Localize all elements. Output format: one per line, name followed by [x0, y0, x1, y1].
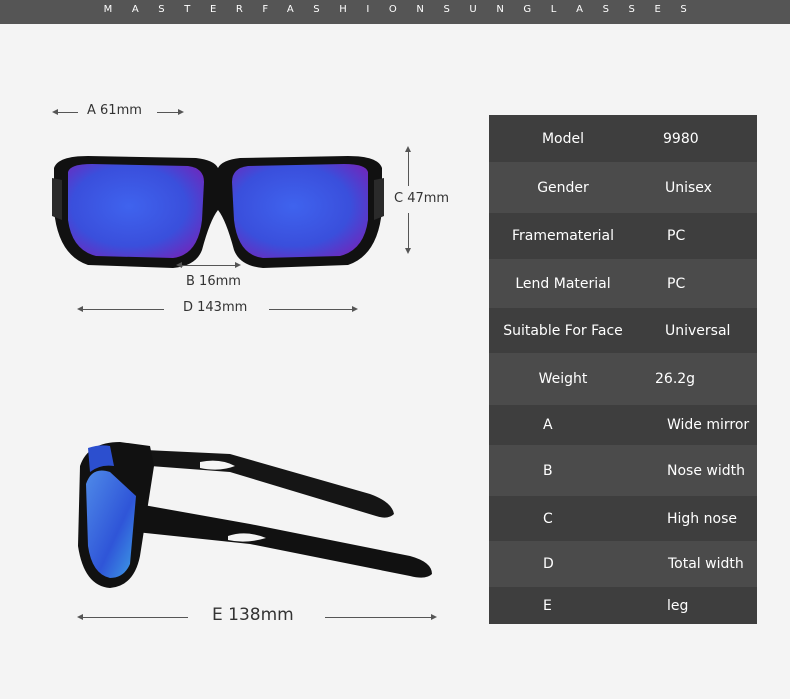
spec-value: PC [667, 228, 686, 244]
spec-value: Wide mirror [667, 417, 750, 433]
spec-label: E [543, 597, 552, 614]
spec-row-d: D Total width [489, 541, 757, 587]
dimension-line-b [180, 265, 235, 266]
dimension-line-c-bottom [408, 213, 409, 249]
sunglasses-side-view-image [78, 442, 432, 588]
spec-value: Nose width [667, 462, 745, 479]
arrow-right-icon [431, 614, 437, 620]
arrow-right-icon [235, 262, 241, 268]
left-lens-shape [68, 164, 204, 258]
spec-label: B [543, 462, 553, 479]
spec-row-frame-material: Framematerial PC [489, 213, 757, 259]
dimension-a-label: A 61mm [87, 103, 142, 118]
spec-label: D [543, 556, 554, 572]
dimension-line-e-left [81, 617, 188, 618]
spec-label: Model [541, 130, 585, 147]
spec-label: Weight [538, 371, 588, 387]
brand-name: MASTERFASHIONSUNGLASSES [103, 4, 707, 15]
spec-row-b: B Nose width [489, 445, 757, 496]
dimension-line-a-right [157, 112, 179, 113]
spec-row-lens-material: Lend Material PC [489, 259, 757, 308]
arrow-down-icon [405, 248, 411, 254]
spec-label: Framematerial [511, 228, 615, 244]
spec-value: PC [667, 275, 686, 292]
dimension-line-e-right [325, 617, 432, 618]
spec-label: A [543, 417, 553, 433]
spec-value: 9980 [663, 130, 699, 147]
dimension-line-c-top [408, 150, 409, 186]
spec-label: Gender [537, 179, 589, 196]
dimension-c-label: C 47mm [394, 191, 450, 206]
left-hinge-shape [52, 178, 62, 220]
right-hinge-shape [374, 178, 384, 220]
spec-value: Unisex [665, 179, 712, 196]
spec-row-gender: Gender Unisex [489, 162, 757, 213]
spec-row-c: C High nose [489, 496, 757, 541]
spec-value: 26.2g [655, 371, 696, 387]
dimension-line-a-left [56, 112, 78, 113]
spec-row-suitable-face: Suitable For Face Universal [489, 308, 757, 353]
spec-value: Total width [668, 556, 744, 572]
right-lens-shape [232, 164, 368, 258]
spec-value: leg [667, 597, 689, 614]
upper-temple-arm-shape [145, 450, 394, 518]
spec-row-weight: Weight 26.2g [489, 353, 757, 405]
spec-row-model: Model 9980 [489, 115, 757, 162]
dimension-line-d-left [81, 309, 164, 310]
dimension-b-label: B 16mm [186, 274, 241, 289]
dimension-e-label: E 138mm [212, 605, 294, 625]
spec-value: High nose [667, 510, 737, 527]
spec-label: Suitable For Face [503, 322, 623, 339]
dimension-line-d-right [269, 309, 353, 310]
spec-value: Universal [665, 322, 731, 339]
spec-label: Lend Material [515, 275, 611, 292]
spec-label: C [543, 510, 553, 527]
arrow-right-icon [352, 306, 358, 312]
dimension-d-label: D 143mm [183, 300, 248, 315]
spec-row-e: E leg [489, 587, 757, 624]
specification-table: Model 9980 Gender Unisex Framematerial P… [489, 115, 757, 624]
arrow-right-icon [178, 109, 184, 115]
spec-row-a: A Wide mirror [489, 405, 757, 445]
sunglasses-front-view-image [52, 156, 384, 268]
brand-header-bar: MASTERFASHIONSUNGLASSES [0, 0, 790, 24]
